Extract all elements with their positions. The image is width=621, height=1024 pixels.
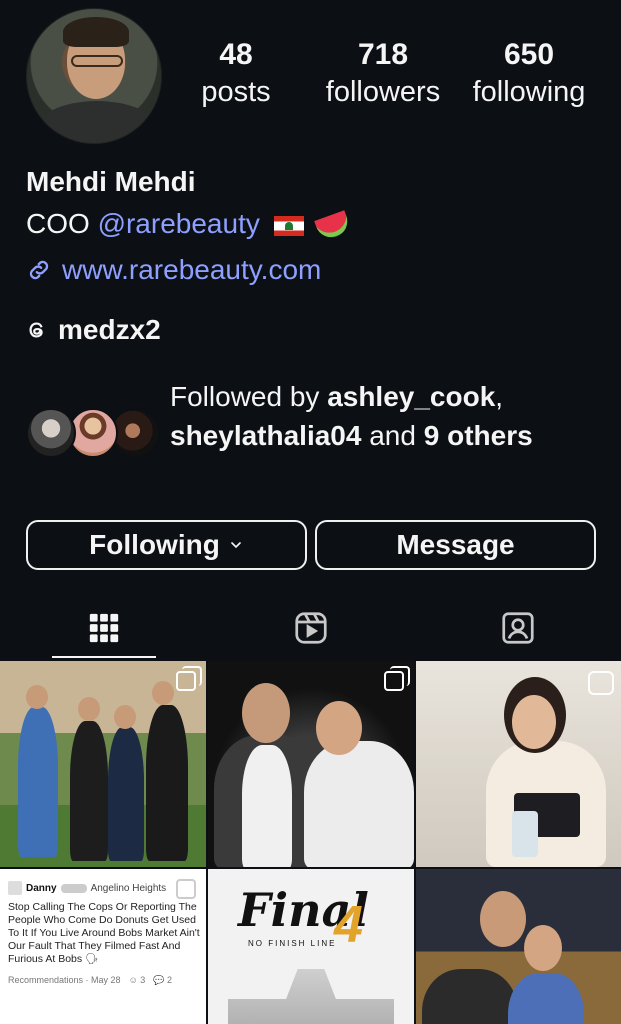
comments-count: 💬 2 [153,975,173,985]
threads-handle: medzx2 [58,314,161,345]
mutual-others[interactable]: 9 others [424,420,533,451]
mutual-user-2[interactable]: sheylathalia04 [170,420,361,451]
post-thumbnail[interactable] [208,661,414,867]
active-tab-indicator [52,656,156,658]
person-head [524,925,562,971]
reel-icon [588,671,614,695]
person-figure [146,705,188,861]
mutual-user-1[interactable]: ashley_cook [327,381,495,412]
person-head [316,701,362,755]
following-label: following [472,76,586,108]
avatar-hair [63,17,129,47]
following-button[interactable]: Following [26,520,307,570]
profile-tabs [0,598,621,658]
post-thumbnail[interactable]: Final 4 NO FINISH LINE [208,869,414,1024]
person-figure [70,721,108,861]
person-head [480,891,526,947]
person-head [26,685,48,709]
reactions-count: ☺ 3 [128,975,146,985]
carousel-icon [176,874,202,899]
shirt [242,745,292,867]
post-thumbnail[interactable] [416,869,621,1024]
profile-name: Mehdi Mehdi [26,166,196,197]
mutual-avatar [26,408,76,458]
mutual-prefix: Followed by [170,381,320,412]
text-post-meta: Recommendations · May 28 ☺ 3 💬 2 [8,974,200,987]
redacted-name [60,883,87,893]
text-post-author-row: Danny Angelino Heights [8,881,200,895]
text-post-source: Recommendations · May 28 [8,975,121,985]
mutual-and: and [369,420,416,451]
lebanon-flag-icon [273,215,304,236]
tab-reels[interactable] [207,598,414,658]
tab-grid[interactable] [0,598,207,658]
person-head [242,683,290,743]
message-button[interactable]: Message [315,520,596,570]
avatar-body [35,101,159,143]
text-post: Danny Angelino Heights Stop Calling The … [8,881,200,987]
final-subtitle: NO FINISH LINE [248,939,337,948]
threads-badge[interactable]: medzx2 [26,314,161,346]
followers-count: 718 [357,38,409,71]
person-figure [304,741,414,867]
mutual-separator: , [495,381,504,412]
text-post-author: Danny [26,882,57,894]
person-head [78,697,100,721]
person-head [152,681,174,705]
comments-value: 2 [167,975,173,985]
posts-grid: Danny Angelino Heights Stop Calling The … [0,661,621,1024]
profile-avatar[interactable] [26,8,162,144]
tagged-icon [501,612,534,644]
reactions-value: 3 [140,975,146,985]
text-post-location: Angelino Heights [90,882,167,894]
mutual-followers-text[interactable]: Followed by ashley_cook, sheylathalia04 … [170,377,600,455]
grid-icon [89,613,118,643]
alamo-building [228,969,394,1024]
person-head [114,705,136,729]
posts-count: 48 [219,38,253,71]
final-number: 4 [334,896,363,954]
author-avatar [8,881,22,895]
website-url: www.rarebeauty.com [62,254,322,285]
message-button-label: Message [396,529,515,560]
posts-label: posts [201,76,271,108]
reels-icon [294,612,327,644]
carousel-icon [176,666,202,691]
person-figure [108,727,144,861]
watermelon-icon [314,209,353,242]
threads-icon [29,322,43,338]
followers-stat[interactable]: 718 followers [314,36,452,110]
bio-mention-link[interactable]: @rarebeauty [98,208,260,239]
person-figure [18,707,58,857]
person-head [512,695,556,749]
following-count: 650 [503,38,555,71]
posts-stat[interactable]: 48 posts [190,36,282,110]
profile-bio: COO @rarebeauty [26,208,353,242]
chevron-down-icon [230,542,241,549]
bottle [512,811,538,857]
followers-label: followers [325,76,441,108]
following-stat[interactable]: 650 following [462,36,596,110]
person-figure [422,969,518,1024]
website-link[interactable]: www.rarebeauty.com [26,254,321,286]
mutual-followers-avatars[interactable] [26,408,166,460]
post-thumbnail[interactable]: Danny Angelino Heights Stop Calling The … [0,869,206,1024]
bio-role: COO [26,208,90,239]
carousel-icon [384,666,410,691]
post-thumbnail[interactable] [0,661,206,867]
link-icon [29,260,49,280]
avatar-glasses [71,55,123,67]
following-button-label: Following [89,529,220,560]
text-post-body: Stop Calling The Cops Or Reporting The P… [8,901,200,965]
post-thumbnail[interactable] [416,661,621,867]
tab-tagged[interactable] [414,598,621,658]
person-figure [508,973,584,1024]
